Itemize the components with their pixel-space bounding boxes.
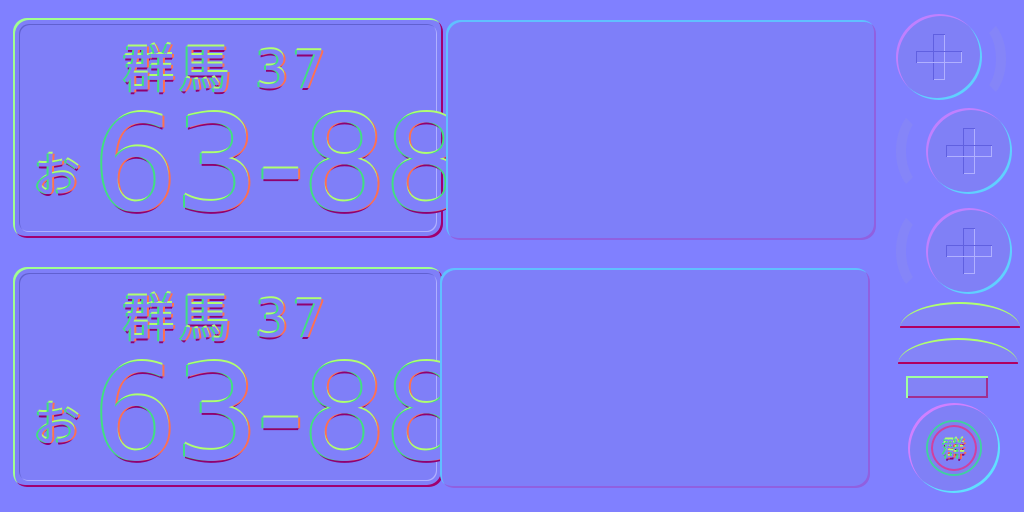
cross-icon: [946, 128, 992, 174]
curved-band: [900, 302, 1020, 328]
seal-text: 群: [942, 438, 965, 463]
cross-icon: [946, 228, 992, 274]
arc-piece: [896, 108, 952, 194]
plate-kana: お: [33, 148, 82, 204]
arc-piece: [896, 208, 952, 294]
license-plate-rear: 群馬 37 お 63-887: [13, 267, 551, 491]
plate-back-panel: [446, 20, 876, 240]
license-plate-front: 群馬 37 お 63-887: [13, 18, 551, 242]
seal-ring: 群: [928, 422, 980, 474]
curved-band: [898, 338, 1018, 364]
flat-bar: [906, 376, 988, 398]
plate-back-panel: [440, 268, 870, 488]
seal-emblem: 群: [908, 403, 1000, 493]
arc-piece: [950, 16, 1006, 102]
plate-kana: お: [33, 397, 82, 453]
